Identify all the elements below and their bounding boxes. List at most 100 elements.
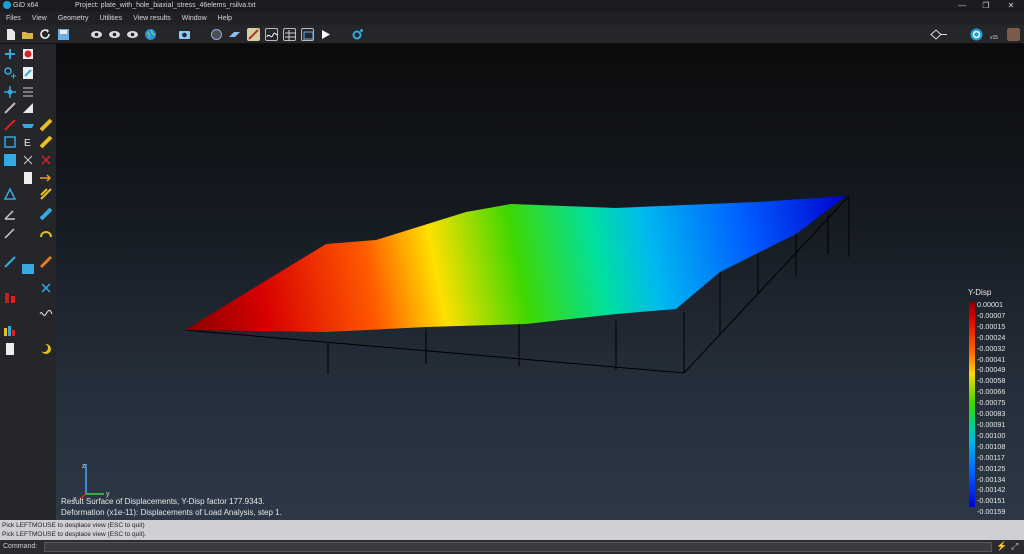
legend-value: -0.00049 [977,365,1006,375]
play-animation-icon[interactable] [319,28,332,41]
legend-value: -0.00117 [977,452,1005,462]
rainbow-icon[interactable] [39,207,53,221]
minimize-button[interactable]: — [955,0,969,12]
edit-document-icon[interactable] [21,66,35,80]
bars-chart-icon[interactable] [3,324,17,338]
legend-value: -0.00151 [977,496,1006,506]
delete-icon[interactable] [21,153,35,167]
legend-title: Y-Disp [968,288,992,297]
refresh-icon[interactable] [39,28,52,41]
stripes-icon[interactable] [39,187,53,201]
graphics-viewport[interactable]: z y x Result Surface of Displacements, Y… [56,44,1024,520]
legend-value: -0.00032 [977,343,1006,353]
contour-fill-icon[interactable] [247,28,260,41]
close-button[interactable]: ✕ [1004,0,1018,12]
command-log: Pick LEFTMOUSE to desplace view (ESC to … [0,520,1024,540]
legend-color-bar [969,302,975,507]
legend-value: -0.00083 [977,409,1006,419]
volume-icon[interactable] [3,135,17,149]
clip-icon[interactable] [39,255,53,269]
view-eye-rotate-icon[interactable] [108,28,121,41]
version-badge: v15 [989,35,999,41]
menu-utilities[interactable]: Utilities [94,12,128,25]
frame-view-icon[interactable] [301,28,314,41]
result-info-line1: Result Surface of Displacements, Y-Disp … [61,497,265,506]
log-line: Pick LEFTMOUSE to desplace view (ESC to … [2,522,145,529]
settings-gear-icon[interactable] [351,28,364,41]
pick-line-icon[interactable] [3,101,17,115]
menu-window[interactable]: Window [176,12,212,25]
camera-icon[interactable] [178,28,191,41]
globe-icon[interactable] [144,28,157,41]
moon-icon[interactable] [39,342,53,356]
arrow-right-icon[interactable] [39,171,53,185]
avatar[interactable] [1007,28,1020,41]
page-icon[interactable] [21,171,35,185]
menu-view-results[interactable]: View results [127,12,176,25]
color-material-icon[interactable] [39,118,53,132]
waveform-icon[interactable] [39,307,53,321]
legend-value: -0.00015 [977,321,1006,331]
legend-value: -0.00125 [977,463,1006,473]
document-icon[interactable] [3,342,17,356]
menu-geometry[interactable]: Geometry [52,12,94,25]
preprocess-switch-icon[interactable] [930,28,948,41]
legend-value: 0.00001 [977,300,1003,309]
lightning-icon[interactable]: ⚡ [996,541,1007,552]
gid-logo-icon [3,1,11,9]
mesh-view-icon[interactable] [210,28,223,41]
move-icon[interactable] [3,85,17,99]
color-map-icon[interactable] [39,135,53,149]
entity-e-icon[interactable]: E [21,135,35,149]
menu-help[interactable]: Help [212,12,237,25]
mesh-icon[interactable] [3,153,17,167]
menu-view[interactable]: View [26,12,52,25]
new-file-icon[interactable] [4,28,17,41]
color-bars-icon[interactable] [3,291,17,305]
image-icon[interactable] [21,262,35,276]
menu-files[interactable]: Files [0,12,26,25]
surface-tool-icon[interactable] [21,118,35,132]
surface-view-icon[interactable] [228,28,241,41]
open-folder-icon[interactable] [21,28,34,41]
list-icon[interactable] [21,85,35,99]
gid-logo-icon[interactable] [970,28,983,41]
cancel-x-icon[interactable] [39,153,53,167]
table-view-icon[interactable] [283,28,296,41]
contour-surface-plot: z y x [73,195,850,503]
move-point-icon[interactable] [3,66,17,80]
app-title: GiD x64 [3,1,38,9]
legend-value: -0.00108 [977,441,1006,451]
command-label: Command: [3,543,38,550]
cut-icon[interactable] [39,281,53,295]
record-icon[interactable] [21,47,35,61]
view-eye-icon[interactable] [90,28,103,41]
create-point-icon[interactable] [3,47,17,61]
app-title-text: GiD x64 [13,1,39,9]
legend-value: -0.00041 [977,354,1006,364]
draw-surface-icon[interactable] [21,101,35,115]
main-toolbar: v15 [0,25,1024,44]
arc-icon[interactable] [39,226,53,240]
view-eye-zoom-icon[interactable] [126,28,139,41]
svg-text:E: E [24,138,31,149]
angle-icon[interactable] [3,207,17,221]
legend-values: 0.00001 -0.00007 -0.00015 -0.00024 -0.00… [977,300,1005,518]
maximize-log-icon[interactable]: ⤢ [1011,541,1018,552]
triangle-icon[interactable] [3,187,17,201]
restore-button[interactable]: ❐ [979,0,993,12]
divide-line-icon[interactable] [3,118,17,132]
legend-value: -0.00075 [977,398,1006,408]
measure-icon[interactable] [3,255,17,269]
legend-value: -0.00134 [977,474,1006,484]
command-input[interactable] [44,542,992,552]
result-info-line2: Deformation (x1e-11): Displacements of L… [61,508,282,517]
vector-icon[interactable] [3,226,17,240]
legend-value: -0.00024 [977,332,1006,342]
graph-icon[interactable] [265,28,279,41]
legend-value: -0.00066 [977,387,1006,397]
axis-z-label: z [82,463,86,470]
save-icon[interactable] [57,28,70,41]
left-toolbox: E [0,44,56,520]
legend-value: -0.00058 [977,376,1006,386]
